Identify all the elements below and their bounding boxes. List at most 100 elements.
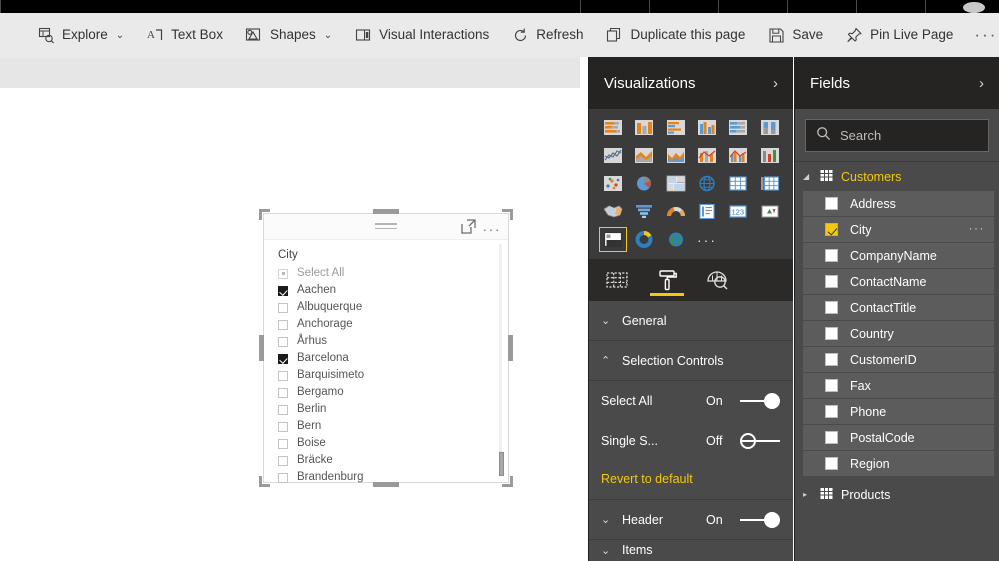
- resize-handle-right[interactable]: [508, 335, 513, 361]
- checkbox-icon[interactable]: [278, 353, 288, 364]
- slicer-item-barquisimeto[interactable]: Barquisimeto: [278, 367, 508, 384]
- checkbox-icon[interactable]: [278, 421, 288, 432]
- line-clustered-column-chart-icon[interactable]: [724, 143, 752, 168]
- slicer-item-aachen[interactable]: Aachen: [278, 282, 508, 299]
- stacked-bar-chart-icon[interactable]: [599, 115, 627, 140]
- slicer-scrollbar[interactable]: [499, 244, 504, 476]
- checkbox-icon[interactable]: [278, 319, 288, 330]
- single-select-toggle[interactable]: [740, 432, 780, 450]
- field-row-fax[interactable]: Fax: [803, 373, 994, 398]
- checkbox-icon[interactable]: [278, 387, 288, 398]
- matrix-icon[interactable]: [756, 171, 784, 196]
- field-row-customerid[interactable]: CustomerID: [803, 347, 994, 372]
- checkbox-icon[interactable]: [278, 285, 288, 296]
- slicer-item-arhus[interactable]: Århus: [278, 333, 508, 350]
- hamburger-icon[interactable]: [375, 223, 397, 232]
- items-setting-row[interactable]: ⌄ Items: [589, 540, 793, 560]
- line-stacked-column-chart-icon[interactable]: [693, 143, 721, 168]
- slicer-item-barcelona[interactable]: Barcelona: [278, 350, 508, 367]
- table-node-products[interactable]: ▸ Products: [795, 480, 999, 509]
- resize-handle-bottom-right[interactable]: [502, 476, 513, 487]
- area-chart-icon[interactable]: [630, 143, 658, 168]
- fields-tab[interactable]: [603, 259, 631, 301]
- resize-handle-bottom-left[interactable]: [259, 476, 270, 487]
- checkbox-icon[interactable]: [825, 223, 838, 236]
- resize-handle-bottom[interactable]: [373, 482, 399, 487]
- checkbox-icon[interactable]: [278, 455, 288, 466]
- field-row-region[interactable]: Region: [803, 451, 994, 476]
- 100-stacked-column-chart-icon[interactable]: [756, 115, 784, 140]
- search-input[interactable]: Search: [805, 119, 989, 152]
- checkbox-icon[interactable]: [278, 404, 288, 415]
- collapse-triangle-icon[interactable]: ▸: [803, 490, 812, 499]
- line-chart-icon[interactable]: [599, 143, 627, 168]
- collapse-chevron-icon[interactable]: ›: [979, 75, 984, 92]
- scatter-chart-icon[interactable]: [599, 171, 627, 196]
- checkbox-icon[interactable]: [825, 249, 838, 262]
- slicer-item-anchorage[interactable]: Anchorage: [278, 316, 508, 333]
- funnel-icon[interactable]: [630, 199, 658, 224]
- explore-button[interactable]: Explore ⌄: [26, 13, 135, 57]
- arcgis-map-icon[interactable]: [662, 227, 690, 252]
- slicer-item-boise[interactable]: Boise: [278, 435, 508, 452]
- checkbox-icon[interactable]: [278, 336, 288, 347]
- shapes-button[interactable]: Shapes ⌄: [234, 13, 343, 57]
- pin-live-page-button[interactable]: Pin Live Page: [834, 13, 964, 57]
- format-tab[interactable]: [650, 259, 684, 301]
- format-section-general[interactable]: ⌄ General: [589, 301, 793, 341]
- checkbox-icon[interactable]: [825, 301, 838, 314]
- revert-to-default-link[interactable]: Revert to default: [589, 461, 793, 499]
- format-section-selection-controls[interactable]: ⌃ Selection Controls: [589, 341, 793, 381]
- 100-stacked-bar-chart-icon[interactable]: [724, 115, 752, 140]
- slicer-item-bracke[interactable]: Bräcke: [278, 452, 508, 469]
- field-row-address[interactable]: Address: [803, 191, 994, 216]
- gauge-icon[interactable]: [662, 199, 690, 224]
- field-row-contactname[interactable]: ContactName: [803, 269, 994, 294]
- slicer-visual-container[interactable]: ··· City Select All Aachen Albuquerque A…: [259, 209, 513, 487]
- checkbox-icon[interactable]: [825, 405, 838, 418]
- field-row-country[interactable]: Country: [803, 321, 994, 346]
- kpi-icon[interactable]: [756, 199, 784, 224]
- checkbox-icon[interactable]: [825, 353, 838, 366]
- save-button[interactable]: Save: [756, 13, 834, 57]
- checkbox-icon[interactable]: [278, 268, 288, 279]
- analytics-tab[interactable]: [703, 259, 731, 301]
- slicer-item-select-all[interactable]: Select All: [278, 265, 508, 282]
- city-slicer[interactable]: ··· City Select All Aachen Albuquerque A…: [263, 213, 509, 483]
- checkbox-icon[interactable]: [278, 370, 288, 381]
- pie-chart-icon[interactable]: [630, 171, 658, 196]
- gallery-more-button[interactable]: ···: [693, 227, 721, 252]
- resize-handle-top[interactable]: [373, 209, 399, 214]
- checkbox-icon[interactable]: [278, 438, 288, 449]
- stacked-column-chart-icon[interactable]: [630, 115, 658, 140]
- resize-handle-top-left[interactable]: [259, 209, 270, 220]
- slicer-item-albuquerque[interactable]: Albuquerque: [278, 299, 508, 316]
- resize-handle-left[interactable]: [259, 335, 264, 361]
- checkbox-icon[interactable]: [278, 302, 288, 313]
- clustered-column-chart-icon[interactable]: [693, 115, 721, 140]
- filled-map-icon[interactable]: [599, 199, 627, 224]
- collapse-chevron-icon[interactable]: ›: [773, 75, 778, 92]
- slicer-icon[interactable]: [599, 227, 627, 252]
- header-toggle[interactable]: [740, 511, 780, 529]
- checkbox-icon[interactable]: [278, 472, 288, 483]
- slicer-more-options-button[interactable]: ···: [483, 222, 502, 236]
- table-icon[interactable]: [724, 171, 752, 196]
- text-box-button[interactable]: A Text Box: [135, 13, 234, 57]
- checkbox-icon[interactable]: [825, 457, 838, 470]
- checkbox-icon[interactable]: [825, 327, 838, 340]
- slicer-scrollbar-thumb[interactable]: [499, 452, 504, 476]
- duplicate-page-button[interactable]: Duplicate this page: [595, 13, 757, 57]
- map-icon[interactable]: [693, 171, 721, 196]
- slicer-item-bergamo[interactable]: Bergamo: [278, 384, 508, 401]
- refresh-button[interactable]: Refresh: [500, 13, 594, 57]
- field-row-phone[interactable]: Phone: [803, 399, 994, 424]
- expand-triangle-icon[interactable]: ◢: [803, 172, 812, 181]
- toolbar-overflow-button[interactable]: ···: [964, 13, 999, 57]
- clustered-bar-chart-icon[interactable]: [662, 115, 690, 140]
- checkbox-icon[interactable]: [825, 431, 838, 444]
- table-node-customers[interactable]: ◢ Customers: [795, 162, 999, 191]
- field-row-companyname[interactable]: CompanyName: [803, 243, 994, 268]
- visual-interactions-button[interactable]: Visual Interactions: [343, 13, 500, 57]
- multi-row-card-icon[interactable]: [693, 199, 721, 224]
